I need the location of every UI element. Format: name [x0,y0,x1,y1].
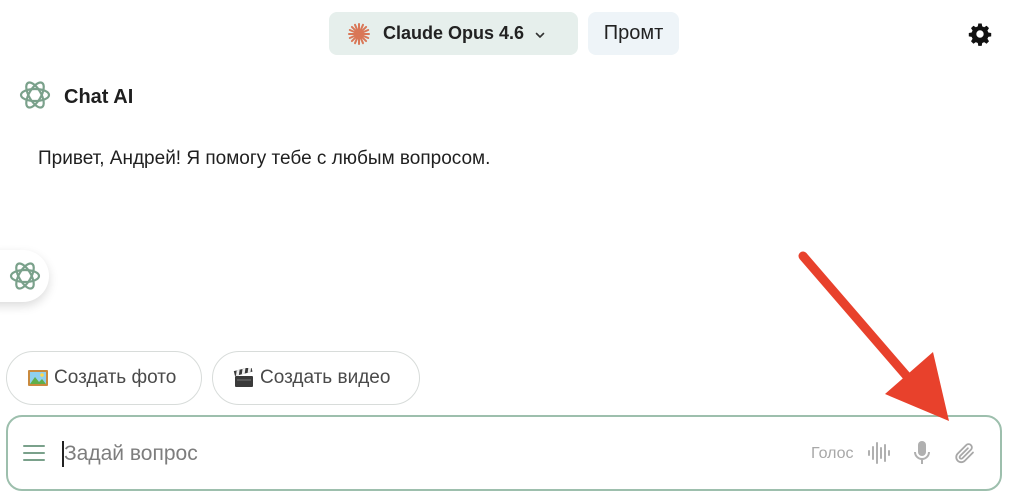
bot-name: Chat AI [64,86,134,108]
prompt-button[interactable]: Промт [588,12,679,55]
question-input[interactable] [64,436,764,472]
voice-wave-icon[interactable] [866,441,890,465]
claude-logo-icon [347,22,371,46]
microphone-icon[interactable] [912,439,932,467]
chat-ai-logo-icon [18,78,52,112]
create-video-button[interactable]: Создать видео [212,351,420,405]
clapper-board-emoji-icon [233,366,255,388]
voice-button-label[interactable]: Голос [811,445,854,463]
paperclip-icon[interactable] [953,441,977,465]
create-photo-label: Создать фото [54,367,177,388]
model-name-label: Claude Opus 4.6 [383,23,525,43]
chat-ai-logo-icon [9,262,40,290]
model-selector[interactable]: Claude Opus 4.6 [329,12,578,55]
framed-picture-emoji-icon [27,368,49,388]
create-photo-button[interactable]: Создать фото [6,351,202,405]
gear-icon[interactable] [968,22,992,46]
bot-message: Привет, Андрей! Я помогу тебе с любым во… [38,148,491,169]
message-composer: Голос [6,415,1002,491]
chevron-down-icon [534,28,546,40]
create-video-label: Создать видео [260,367,391,388]
floating-assistant-button[interactable] [0,250,49,302]
hamburger-menu-icon[interactable] [22,443,46,463]
